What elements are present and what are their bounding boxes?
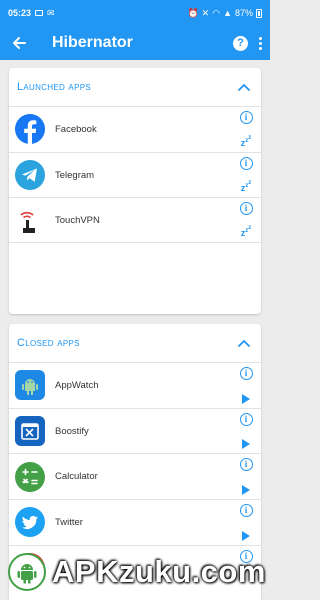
boostify-icon (15, 416, 45, 447)
more-options-icon[interactable] (258, 36, 262, 50)
appwatch-icon (15, 370, 45, 401)
hibernate-zzz-icon[interactable]: zzz (241, 180, 252, 193)
telegram-icon (15, 160, 45, 191)
app-bar: Hibernator ? (0, 26, 270, 60)
battery-percent: 87% (234, 8, 253, 18)
watermark: APKzuku.com (0, 543, 270, 600)
status-bar: 05:23 ✉ ⏰ ✕ ◠ ▲ 87% (0, 0, 270, 26)
app-name: Telegram (55, 169, 95, 181)
app-name: Facebook (55, 123, 97, 135)
back-button[interactable] (8, 32, 30, 54)
list-item-appwatch[interactable]: AppWatch i (9, 362, 261, 408)
info-icon[interactable]: i (239, 202, 253, 216)
app-name: Twitter (55, 516, 83, 528)
closed-apps-title: Closed apps (17, 337, 80, 349)
twitter-icon (15, 507, 45, 538)
battery-icon (256, 8, 262, 18)
list-item-touchvpn[interactable]: TouchVPN i zzz (9, 197, 261, 244)
app-name: Boostify (55, 425, 89, 437)
status-time: 05:23 (8, 8, 32, 18)
launched-apps-card: Launched apps Facebook i zzz Telegram i … (9, 68, 261, 314)
hibernate-zzz-icon[interactable]: zzz (241, 225, 252, 238)
list-item-twitter[interactable]: Twitter i (9, 499, 261, 545)
list-item-boostify[interactable]: Boostify i (9, 407, 261, 454)
arrow-left-icon (13, 37, 26, 49)
play-icon[interactable] (242, 439, 250, 450)
info-icon[interactable]: i (239, 504, 253, 518)
list-item-telegram[interactable]: Telegram i zzz (9, 151, 261, 198)
mail-notification-icon: ✉ (47, 7, 55, 18)
wifi-icon: ◠ (212, 7, 221, 18)
play-icon[interactable] (242, 393, 250, 404)
calculator-icon (15, 461, 45, 492)
touchvpn-icon (15, 205, 45, 236)
chevron-up-icon[interactable] (237, 80, 251, 94)
signal-icon: ▲ (223, 8, 232, 18)
gallery-notification-icon (35, 10, 44, 16)
help-icon[interactable]: ? (233, 35, 248, 51)
play-icon[interactable] (242, 485, 250, 496)
page-title: Hibernator (52, 34, 133, 51)
launched-apps-title: Launched apps (17, 81, 91, 93)
info-icon[interactable]: i (239, 458, 253, 472)
info-icon[interactable]: i (239, 156, 253, 170)
watermark-text: APKzuku.com (52, 553, 266, 589)
app-name: TouchVPN (55, 214, 100, 226)
info-icon[interactable]: i (239, 111, 253, 124)
chevron-up-icon[interactable] (237, 336, 251, 350)
info-icon[interactable]: i (239, 412, 253, 426)
closed-apps-header[interactable]: Closed apps (9, 324, 261, 362)
hibernate-zzz-icon[interactable]: zzz (241, 135, 252, 148)
app-name: AppWatch (55, 379, 99, 391)
facebook-icon (15, 114, 45, 145)
info-icon[interactable]: i (239, 367, 253, 380)
list-item-facebook[interactable]: Facebook i zzz (9, 106, 261, 152)
launched-apps-header[interactable]: Launched apps (9, 68, 261, 106)
alarm-icon: ⏰ (187, 7, 199, 18)
android-logo-icon (8, 552, 46, 591)
list-item-calculator[interactable]: Calculator i (9, 453, 261, 499)
mute-icon: ✕ (201, 7, 210, 18)
play-icon[interactable] (242, 530, 250, 541)
app-name: Calculator (55, 471, 98, 483)
